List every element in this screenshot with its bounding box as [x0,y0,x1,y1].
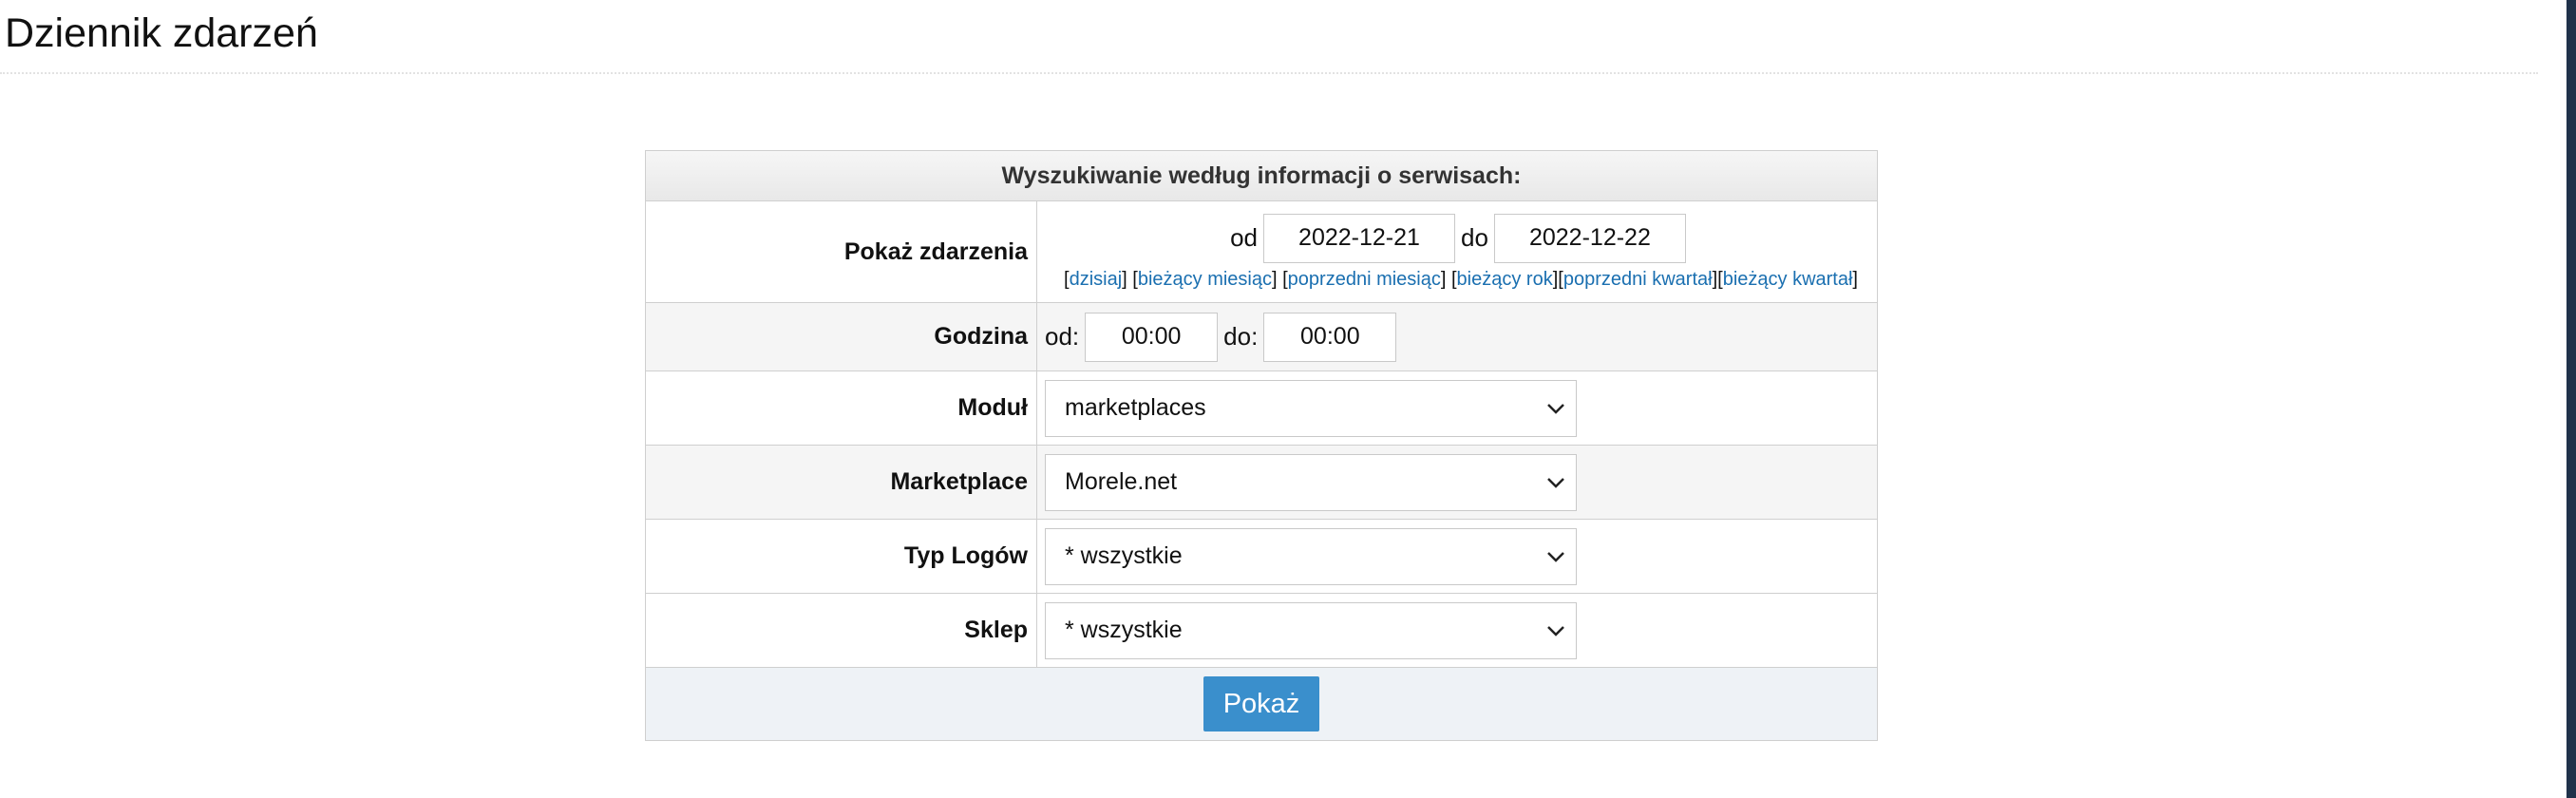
search-form: Wyszukiwanie według informacji o serwisa… [645,150,1878,741]
hour-label: Godzina [646,303,1037,370]
shop-field: * wszystkie [1037,594,1877,667]
hour-row: Godzina od: do: [646,303,1877,371]
date-from-prefix: od [1230,223,1258,252]
show-button[interactable]: Pokaż [1203,676,1319,732]
log-type-field: * wszystkie [1037,520,1877,593]
log-type-row: Typ Logów * wszystkie [646,520,1877,594]
hour-to-prefix: do: [1223,322,1259,351]
date-from-input[interactable] [1263,213,1455,263]
marketplace-field: Morele.net [1037,446,1877,519]
quick-date-links: [dzisiaj] [bieżący miesiąc] [poprzedni m… [1064,268,1858,290]
log-type-selected-value: * wszystkie [1065,542,1183,569]
events-date-field: od do [dzisiaj] [bieżący miesiąc] [poprz… [1037,201,1877,302]
marketplace-selected-value: Morele.net [1065,468,1178,495]
date-to-input[interactable] [1493,213,1686,263]
hour-to-input[interactable] [1263,312,1397,362]
title-divider [0,72,2538,74]
module-select[interactable]: marketplaces [1045,379,1577,437]
link-previous-quarter[interactable]: poprzedni kwartał [1563,269,1713,290]
page-title: Dziennik zdarzeń [5,10,318,56]
marketplace-select[interactable]: Morele.net [1045,453,1577,511]
form-footer: Pokaż [646,668,1877,740]
module-selected-value: marketplaces [1065,394,1206,421]
link-current-year[interactable]: bieżący rok [1457,269,1553,290]
form-header: Wyszukiwanie według informacji o serwisa… [646,151,1877,201]
chevron-down-icon [1547,551,1564,562]
link-previous-month[interactable]: poprzedni miesiąc [1288,269,1441,290]
link-today[interactable]: dzisiaj [1070,269,1123,290]
log-type-select[interactable]: * wszystkie [1045,527,1577,585]
log-type-label: Typ Logów [646,520,1037,593]
shop-select[interactable]: * wszystkie [1045,601,1577,659]
shop-label: Sklep [646,594,1037,667]
link-current-month[interactable]: bieżący miesiąc [1138,269,1272,290]
chevron-down-icon [1547,625,1564,636]
date-to-prefix: do [1461,223,1488,252]
marketplace-row: Marketplace Morele.net [646,446,1877,520]
module-row: Moduł marketplaces [646,371,1877,446]
module-label: Moduł [646,371,1037,445]
hour-from-prefix: od: [1045,322,1080,351]
events-label: Pokaż zdarzenia [646,201,1037,302]
link-current-quarter[interactable]: bieżący kwartał [1723,269,1853,290]
window-edge [2567,0,2576,798]
shop-selected-value: * wszystkie [1065,617,1183,643]
chevron-down-icon [1547,477,1564,488]
chevron-down-icon [1547,403,1564,414]
shop-row: Sklep * wszystkie [646,594,1877,668]
events-date-row: Pokaż zdarzenia od do [dzisiaj] [bieżący… [646,201,1877,303]
module-field: marketplaces [1037,371,1877,445]
hour-from-input[interactable] [1085,312,1219,362]
hour-field: od: do: [1037,303,1877,370]
marketplace-label: Marketplace [646,446,1037,519]
